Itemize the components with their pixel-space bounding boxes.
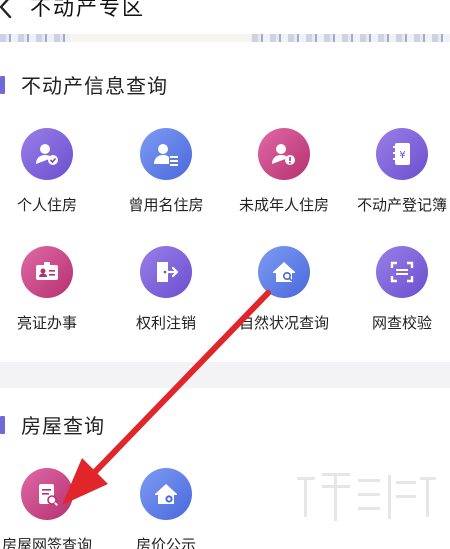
service-show-certificate[interactable]: 亮证办事 [0, 246, 102, 333]
service-former-name-housing[interactable]: 曾用名住房 [111, 128, 221, 215]
child-alert-icon [258, 128, 310, 180]
service-label: 房屋网签查询 [1, 536, 92, 549]
scan-frame-icon [376, 246, 428, 298]
back-button[interactable] [0, 0, 20, 20]
service-personal-housing[interactable]: 个人住房 [0, 128, 102, 215]
section-accent-bar [0, 76, 5, 94]
service-label: 自然状况查询 [238, 314, 329, 332]
person-list-icon [140, 128, 192, 180]
service-label: 个人住房 [16, 196, 77, 214]
service-label: 未成年人住房 [238, 196, 329, 214]
service-house-contract-query[interactable]: 房屋网签查询 [0, 468, 102, 549]
contract-search-icon [21, 468, 73, 520]
section-title: 不动产信息查询 [21, 74, 168, 98]
section-title: 房屋查询 [21, 414, 105, 438]
service-online-verification[interactable]: 网查校验 [347, 246, 450, 333]
id-card-icon [21, 246, 73, 298]
svg-text:¥: ¥ [399, 150, 405, 161]
service-natural-status-query[interactable]: 自然状况查询 [229, 246, 339, 333]
service-rights-cancellation[interactable]: 权利注销 [111, 246, 221, 333]
person-house-icon [21, 128, 73, 180]
service-label: 房价公示 [135, 536, 196, 549]
service-property-register[interactable]: ¥ 不动产登记簿 [347, 128, 450, 215]
service-house-price-publicity[interactable]: 房价公示 [111, 468, 221, 549]
service-label: 权利注销 [135, 314, 196, 332]
service-label: 不动产登记簿 [356, 196, 447, 214]
watermark-logo [297, 473, 436, 521]
logout-door-icon [140, 246, 192, 298]
service-label: 曾用名住房 [128, 196, 204, 214]
service-label: 亮证办事 [16, 314, 77, 332]
service-label: 网查校验 [371, 314, 432, 332]
house-price-icon [140, 468, 192, 520]
service-minor-housing[interactable]: 未成年人住房 [229, 128, 339, 215]
section-accent-bar [0, 416, 5, 434]
page-title: 不动产专区 [30, 0, 145, 20]
banner-strip [0, 34, 450, 42]
section-divider [0, 362, 450, 388]
register-book-icon: ¥ [376, 128, 428, 180]
back-arrow-icon [0, 0, 12, 19]
house-search-icon [258, 246, 310, 298]
